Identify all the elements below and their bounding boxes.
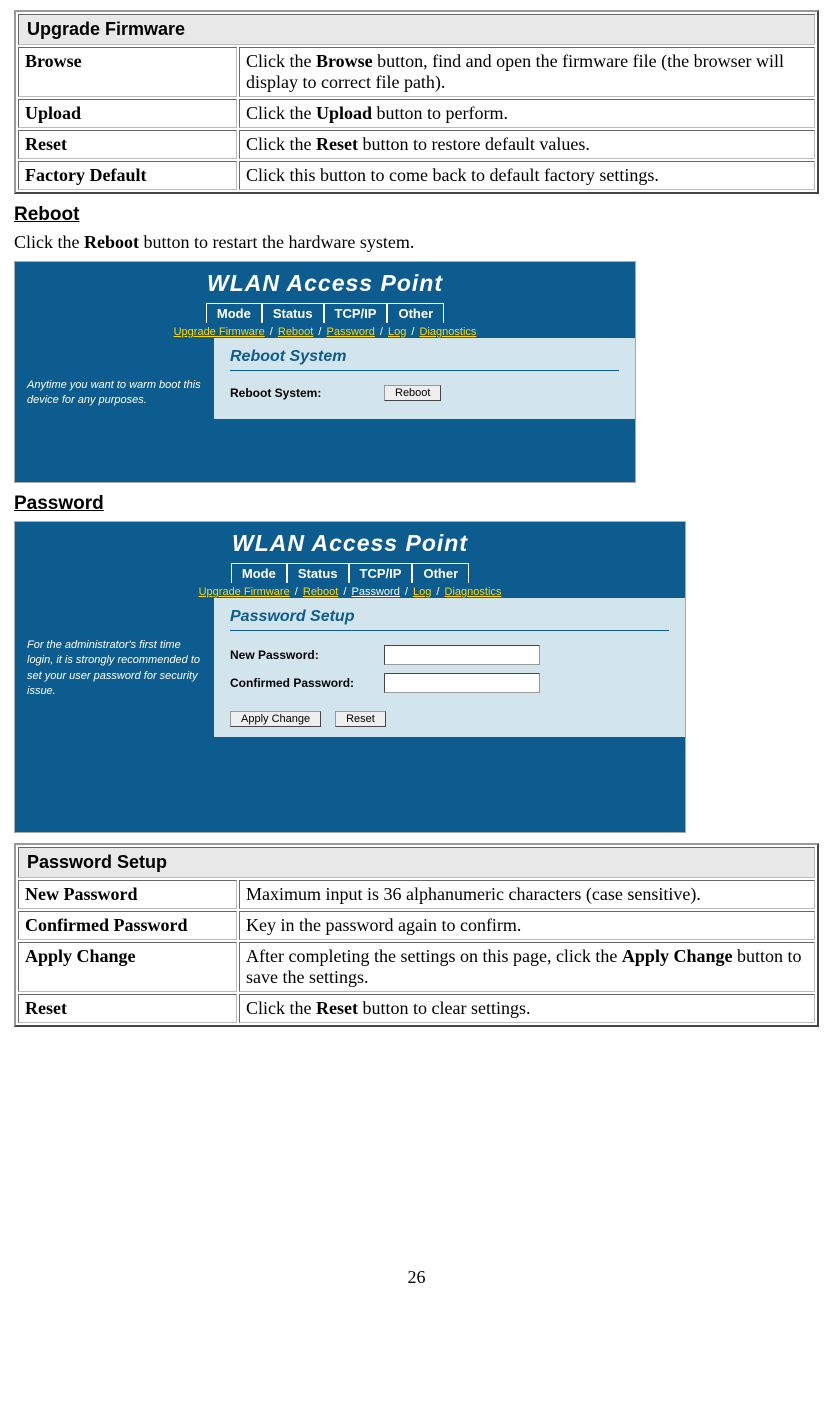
- tab-bar: Mode Status TCP/IP Other: [15, 563, 685, 583]
- subnav-log[interactable]: Log: [413, 586, 431, 598]
- table-row: Reset Click the Reset button to clear se…: [18, 994, 815, 1023]
- row-desc: Click the Browse button, find and open t…: [239, 47, 815, 97]
- apply-change-button[interactable]: Apply Change: [230, 711, 321, 727]
- subnav-reboot[interactable]: Reboot: [303, 586, 338, 598]
- password-screenshot: WLAN Access Point Mode Status TCP/IP Oth…: [14, 521, 686, 833]
- reset-button[interactable]: Reset: [335, 711, 386, 727]
- table-row: Upload Click the Upload button to perfor…: [18, 99, 815, 128]
- tab-other[interactable]: Other: [412, 563, 469, 583]
- reboot-heading: Reboot: [14, 204, 819, 226]
- subnav: Upgrade Firmware / Reboot / Password / L…: [15, 326, 635, 338]
- reboot-button[interactable]: Reboot: [384, 385, 441, 401]
- subnav-password[interactable]: Password: [352, 586, 400, 598]
- new-password-input[interactable]: [384, 645, 540, 665]
- upgrade-firmware-table: Upgrade Firmware Browse Click the Browse…: [14, 10, 819, 194]
- password-setup-table: Password Setup New Password Maximum inpu…: [14, 843, 819, 1027]
- tab-mode[interactable]: Mode: [231, 563, 287, 583]
- sidebar-help: Anytime you want to warm boot this devic…: [15, 338, 214, 419]
- screenshot-header: WLAN Access Point Mode Status TCP/IP Oth…: [15, 522, 685, 598]
- wlan-title: WLAN Access Point: [15, 270, 635, 297]
- tab-mode[interactable]: Mode: [206, 303, 262, 323]
- row-desc: Maximum input is 36 alphanumeric charact…: [239, 880, 815, 909]
- table-row: Reset Click the Reset button to restore …: [18, 130, 815, 159]
- row-label: Reset: [18, 994, 237, 1023]
- row-desc: Click this button to come back to defaul…: [239, 161, 815, 190]
- subnav-reboot[interactable]: Reboot: [278, 326, 313, 338]
- subnav-upgrade[interactable]: Upgrade Firmware: [174, 326, 265, 338]
- new-password-label: New Password:: [230, 648, 370, 662]
- subnav-password[interactable]: Password: [327, 326, 375, 338]
- password-heading: Password: [14, 493, 819, 515]
- tab-tcpip[interactable]: TCP/IP: [349, 563, 413, 583]
- table-row: Factory Default Click this button to com…: [18, 161, 815, 190]
- wlan-title: WLAN Access Point: [15, 530, 685, 557]
- panel-title: Password Setup: [230, 608, 669, 631]
- page-number: 26: [14, 1267, 819, 1288]
- tab-status[interactable]: Status: [287, 563, 349, 583]
- subnav-log[interactable]: Log: [388, 326, 406, 338]
- row-desc: After completing the settings on this pa…: [239, 942, 815, 992]
- tab-other[interactable]: Other: [387, 303, 444, 323]
- subnav-upgrade[interactable]: Upgrade Firmware: [199, 586, 290, 598]
- table-row: Apply Change After completing the settin…: [18, 942, 815, 992]
- main-panel: Reboot System Reboot System: Reboot: [214, 338, 635, 419]
- main-panel: Password Setup New Password: Confirmed P…: [214, 598, 685, 737]
- subnav-diagnostics[interactable]: Diagnostics: [445, 586, 502, 598]
- subnav: Upgrade Firmware / Reboot / Password / L…: [15, 586, 685, 598]
- reboot-screenshot: WLAN Access Point Mode Status TCP/IP Oth…: [14, 261, 636, 483]
- row-desc: Click the Reset button to restore defaul…: [239, 130, 815, 159]
- panel-title: Reboot System: [230, 348, 619, 371]
- tab-status[interactable]: Status: [262, 303, 324, 323]
- table-header: Password Setup: [18, 847, 815, 878]
- row-label: Reset: [18, 130, 237, 159]
- table-header: Upgrade Firmware: [18, 14, 815, 45]
- reboot-body: Click the Reboot button to restart the h…: [14, 232, 819, 253]
- row-label: Browse: [18, 47, 237, 97]
- reboot-label: Reboot System:: [230, 386, 370, 400]
- row-label: New Password: [18, 880, 237, 909]
- screenshot-header: WLAN Access Point Mode Status TCP/IP Oth…: [15, 262, 635, 338]
- tab-tcpip[interactable]: TCP/IP: [324, 303, 388, 323]
- sidebar-help: For the administrator's first time login…: [15, 598, 214, 737]
- tab-bar: Mode Status TCP/IP Other: [15, 303, 635, 323]
- row-label: Apply Change: [18, 942, 237, 992]
- confirm-password-label: Confirmed Password:: [230, 676, 370, 690]
- row-label: Upload: [18, 99, 237, 128]
- table-row: New Password Maximum input is 36 alphanu…: [18, 880, 815, 909]
- confirm-password-input[interactable]: [384, 673, 540, 693]
- row-label: Confirmed Password: [18, 911, 237, 940]
- table-row: Browse Click the Browse button, find and…: [18, 47, 815, 97]
- subnav-diagnostics[interactable]: Diagnostics: [420, 326, 477, 338]
- row-desc: Key in the password again to confirm.: [239, 911, 815, 940]
- table-row: Confirmed Password Key in the password a…: [18, 911, 815, 940]
- row-desc: Click the Upload button to perform.: [239, 99, 815, 128]
- row-label: Factory Default: [18, 161, 237, 190]
- row-desc: Click the Reset button to clear settings…: [239, 994, 815, 1023]
